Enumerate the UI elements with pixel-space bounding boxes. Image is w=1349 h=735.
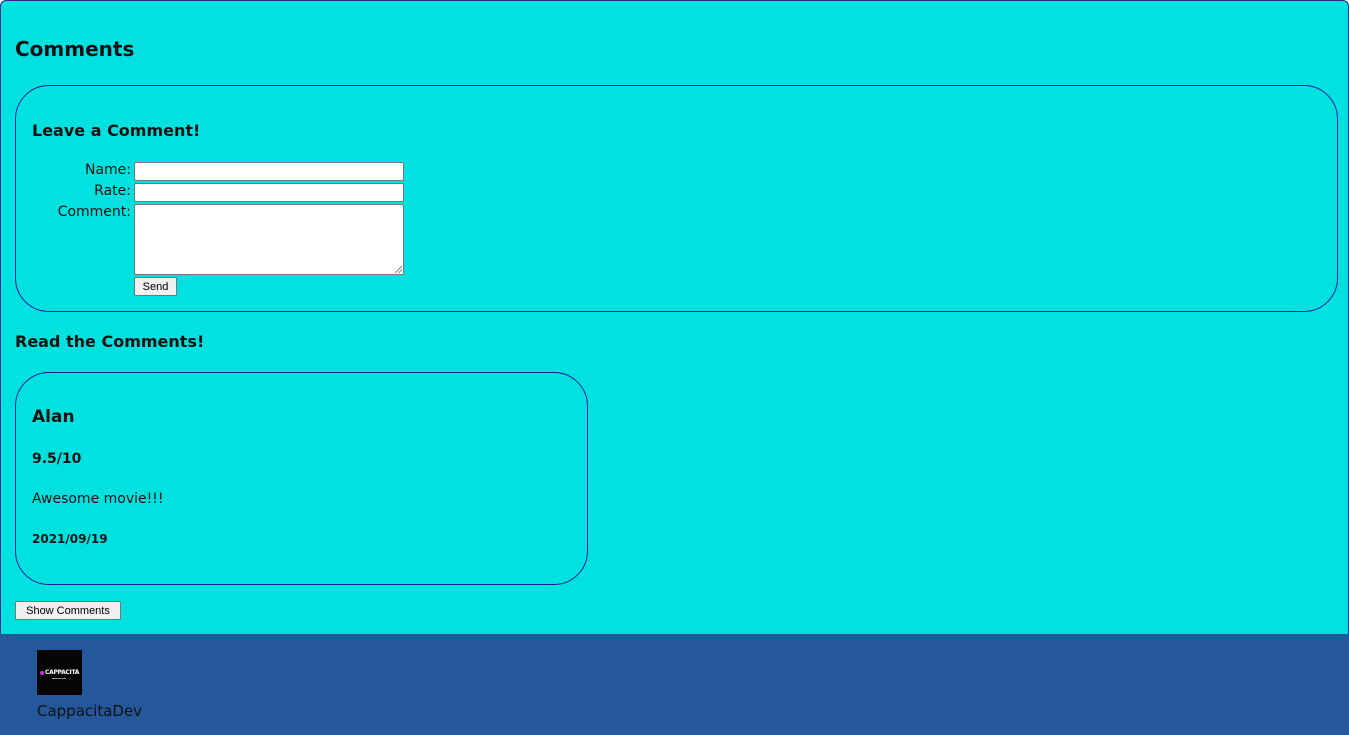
cappacita-logo-icon[interactable]: CAPPACITA bbox=[37, 650, 82, 695]
comment-date: 2021/09/19 bbox=[32, 532, 108, 546]
comments-heading: Read the Comments! bbox=[15, 332, 205, 351]
logo-text: CAPPACITA bbox=[45, 669, 80, 676]
brand-name: CappacitaDev bbox=[37, 702, 143, 720]
rate-label: Rate: bbox=[94, 183, 131, 199]
logo-accent-dot bbox=[40, 670, 44, 675]
name-label: Name: bbox=[84, 162, 131, 178]
comment-label: Comment: bbox=[57, 204, 131, 220]
form-heading: Leave a Comment! bbox=[32, 121, 201, 140]
comment-textarea[interactable] bbox=[134, 204, 404, 275]
send-button[interactable]: Send bbox=[134, 277, 177, 296]
comment-text: Awesome movie!!! bbox=[32, 491, 164, 507]
rate-input[interactable] bbox=[134, 183, 404, 202]
resize-handle-icon[interactable] bbox=[395, 266, 402, 273]
name-input[interactable] bbox=[134, 162, 404, 181]
comment-form: Leave a Comment! Name: Rate: Comment: Se… bbox=[15, 85, 1338, 312]
comment-author: Alan bbox=[32, 407, 75, 427]
logo-underline bbox=[52, 678, 66, 679]
footer: CAPPACITA CappacitaDev bbox=[0, 634, 1349, 735]
main-section: Comments Leave a Comment! Name: Rate: Co… bbox=[0, 0, 1349, 634]
comment-card: Alan 9.5/10 Awesome movie!!! 2021/09/19 bbox=[15, 372, 588, 585]
page-title: Comments bbox=[15, 37, 135, 61]
comment-rating: 9.5/10 bbox=[32, 451, 82, 467]
show-comments-button[interactable]: Show Comments bbox=[15, 601, 121, 620]
